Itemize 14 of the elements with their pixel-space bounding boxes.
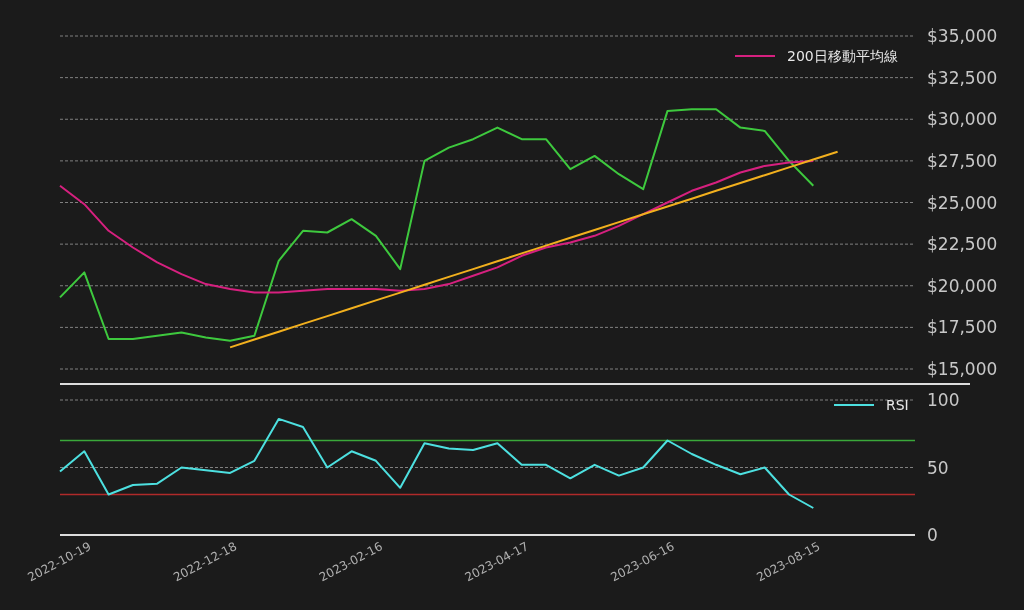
- axis-label: $15,000: [927, 359, 998, 379]
- legend-label: 200日移動平均線: [787, 48, 898, 64]
- axis-label: $30,000: [927, 109, 998, 130]
- axis-label: 50: [927, 457, 949, 478]
- axis-label: $25,000: [927, 192, 998, 213]
- axis-label: $32,500: [927, 67, 998, 88]
- axis-label: $20,000: [927, 275, 998, 296]
- axis-label: $35,000: [927, 26, 998, 46]
- axis-label: $22,500: [927, 234, 998, 255]
- axis-label: 100: [927, 390, 960, 410]
- legend-label: RSI: [886, 397, 909, 413]
- axis-label: 0: [927, 525, 938, 545]
- axis-label: $17,500: [927, 317, 998, 338]
- axis-label: $27,500: [927, 150, 998, 171]
